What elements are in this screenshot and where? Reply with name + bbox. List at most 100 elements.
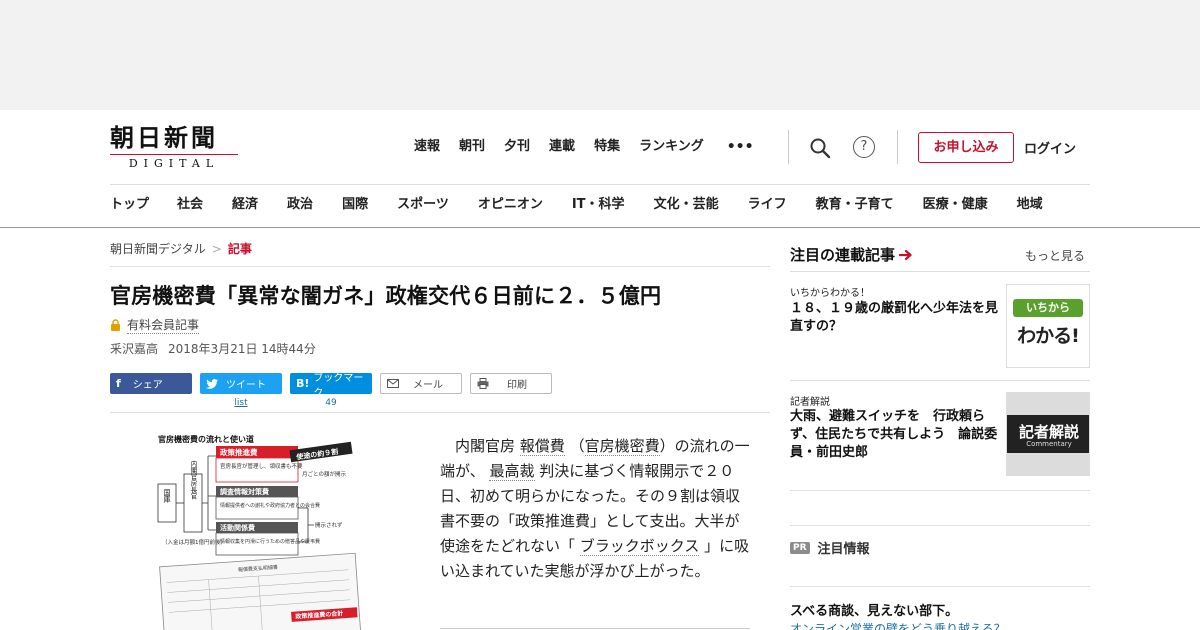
figure-box2-head: 調査情報対策費 (220, 487, 269, 496)
topnav-breaking[interactable]: 速報 (414, 136, 440, 158)
cat-politics[interactable]: 政治 (287, 194, 313, 216)
cat-opinion[interactable]: オピニオン (478, 194, 543, 216)
login-link[interactable]: ログイン (1024, 138, 1076, 157)
topnav-evening[interactable]: 夕刊 (504, 136, 530, 158)
figure-monthly: 月ごとの額が開示 (302, 470, 346, 478)
category-nav: トップ 社会 経済 政治 国際 スポーツ オピニオン IT・科学 文化・芸能 ラ… (110, 194, 1043, 216)
site-header: 朝日新聞 DIGITAL 速報 朝刊 夕刊 連載 特集 ランキング ••• ? … (0, 110, 1200, 228)
print-button[interactable]: 印刷 (470, 373, 552, 394)
author: 釆沢嘉高 (110, 342, 159, 356)
card-title[interactable]: １８、１９歳の厳罰化へ少年法を見直すの？ (790, 300, 1002, 336)
cat-it-science[interactable]: IT・科学 (572, 194, 625, 216)
breadcrumb-home[interactable]: 朝日新聞デジタル (110, 242, 206, 256)
publish-date: 2018年3月21日 14時44分 (168, 342, 316, 356)
premium-badge[interactable]: 有料会員記事 (110, 316, 200, 334)
article-body: 内閣官房 報償費 （官房機密費）の流れの一端が、 最高裁 判決に基づく情報開示で… (440, 434, 752, 584)
mail-icon (387, 379, 399, 388)
divider (790, 271, 1090, 272)
topnav-series[interactable]: 連載 (549, 136, 575, 158)
ad-banner-area (0, 0, 1200, 110)
divider (790, 490, 1090, 491)
body-link[interactable]: 最高裁 (489, 462, 535, 481)
premium-label: 有料会員記事 (127, 318, 200, 334)
breadcrumb-sep: > (211, 242, 222, 256)
thumb-top-text: いちから (1013, 299, 1083, 317)
article-figure[interactable]: 官房機密費の流れと使い道 国庫 内閣官房長官 政策推進費 官房長官が管理し、領収… (150, 430, 370, 630)
body-link[interactable]: 報償費 (519, 437, 565, 456)
thumb-top-text: 記者解説 (1018, 423, 1079, 441)
nav-divider (110, 184, 1090, 185)
search-icon[interactable] (808, 136, 832, 160)
cat-health[interactable]: 医療・健康 (923, 194, 988, 216)
cat-top[interactable]: トップ (110, 194, 149, 216)
figure-bracket (298, 507, 314, 543)
subscribe-button[interactable]: お申し込み (918, 132, 1014, 163)
topnav-ranking[interactable]: ランキング (639, 136, 704, 158)
body-link[interactable]: 官房機密費 (584, 437, 660, 456)
pr-badge: PR (790, 541, 810, 554)
cat-sports[interactable]: スポーツ (397, 194, 449, 216)
mail-button[interactable]: メール (380, 373, 462, 394)
facebook-share-label: シェア (132, 380, 163, 391)
figure-branches (202, 455, 216, 531)
thumb-bottom-text: わかる! (1017, 325, 1080, 347)
lock-icon (111, 319, 120, 331)
top-nav: 速報 朝刊 夕刊 連載 特集 ランキング ••• (414, 136, 773, 158)
twitter-icon (206, 378, 218, 389)
figure-box1-head: 政策推進費 (220, 447, 258, 457)
more-menu-icon[interactable]: ••• (727, 136, 754, 158)
body-text: 内閣官房 (455, 437, 516, 455)
figure-box3-head: 活動関係費 (220, 523, 255, 532)
hatena-icon: B! (296, 377, 310, 390)
figure-deposit: （入金は月額1億円前後） (162, 538, 226, 546)
cat-society[interactable]: 社会 (177, 194, 203, 216)
cat-life[interactable]: ライフ (748, 194, 787, 216)
asahi-logo[interactable]: 朝日新聞 DIGITAL (110, 124, 242, 170)
divider (790, 525, 1090, 526)
card-thumbnail[interactable]: 記者解説 Commentary (1006, 392, 1090, 476)
figure-document: 報償費支払明細書 政策推進費の合計 (159, 552, 362, 630)
logo-sub: DIGITAL (110, 154, 238, 170)
cat-education[interactable]: 教育・子育て (816, 194, 894, 216)
hatena-count[interactable]: 49 (290, 398, 372, 408)
twitter-share-button[interactable]: ツイート list (200, 373, 282, 408)
share-bar: f シェア ツイート list B! ブックマーク 49 メール 印刷 (110, 373, 560, 408)
article-title: 官房機密費「異常な闇ガネ」政権交代６日前に２．５億円 (110, 284, 662, 308)
sidebar-title[interactable]: 注目の連載記事 (790, 244, 913, 265)
hatena-label: ブックマーク (313, 372, 364, 399)
see-more-link[interactable]: もっと見る (1025, 247, 1085, 264)
breadcrumb: 朝日新聞デジタル > 記事 (110, 240, 252, 257)
topnav-features[interactable]: 特集 (594, 136, 620, 158)
twitter-count[interactable]: list (200, 398, 282, 408)
hatena-bookmark-button[interactable]: B! ブックマーク 49 (290, 373, 372, 408)
print-label: 印刷 (507, 380, 527, 391)
cat-region[interactable]: 地域 (1017, 194, 1043, 216)
topnav-morning[interactable]: 朝刊 (459, 136, 485, 158)
breadcrumb-current: 記事 (227, 242, 252, 256)
pr-header: PR 注目情報 (790, 538, 870, 557)
cat-culture[interactable]: 文化・芸能 (654, 194, 719, 216)
figure-undisclosed: 開示されず (315, 521, 343, 529)
facebook-share-button[interactable]: f シェア (110, 373, 192, 394)
arrow-right-icon (899, 249, 912, 260)
card-thumbnail[interactable]: いちから わかる! (1006, 284, 1090, 368)
divider (110, 412, 770, 413)
figure-kokko: 国庫 (163, 489, 171, 504)
divider (788, 130, 789, 164)
card-kicker: 記者解説 (790, 397, 830, 408)
body-link[interactable]: ブラックボックス (579, 537, 700, 556)
figure-box1-body: 官房長官が管理し、領収書も不要 (220, 462, 303, 470)
facebook-icon: f (116, 377, 121, 390)
help-icon[interactable]: ? (853, 136, 875, 158)
divider (440, 628, 750, 629)
cat-international[interactable]: 国際 (342, 194, 368, 216)
pr-subtitle[interactable]: オンライン営業の壁をどう乗り越える？ (790, 620, 1006, 630)
pr-label: 注目情報 (817, 542, 870, 557)
thumb-bottom-text: Commentary (1026, 440, 1072, 448)
cat-economy[interactable]: 経済 (232, 194, 258, 216)
pr-title[interactable]: スベる商談、見えない部下。 (790, 600, 958, 619)
card-title[interactable]: 大雨、避難スイッチを 行政頼らず、住民たちで共有しよう 論説委員・前田史郎 (790, 408, 1002, 462)
divider (897, 130, 898, 164)
print-icon (477, 378, 489, 389)
byline: 釆沢嘉高 2018年3月21日 14時44分 (110, 340, 316, 357)
